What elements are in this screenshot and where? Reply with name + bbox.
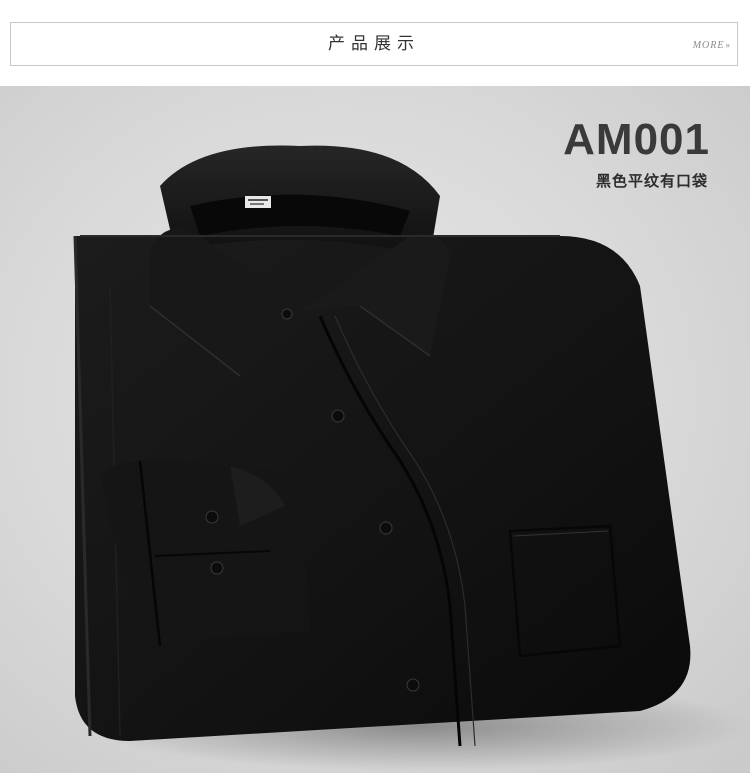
more-label: MORE <box>692 40 725 51</box>
product-description: 黑色平纹有口袋 <box>595 172 708 190</box>
product-photo: AM001 黑色平纹有口袋 <box>0 86 750 773</box>
section-title: 产品展示 <box>328 34 420 54</box>
product-model-code: AM001 <box>563 115 710 164</box>
double-chevron-down-icon: » <box>725 40 731 50</box>
section-header: 产品展示 MORE» <box>10 22 738 66</box>
more-link[interactable]: MORE» <box>693 23 731 65</box>
